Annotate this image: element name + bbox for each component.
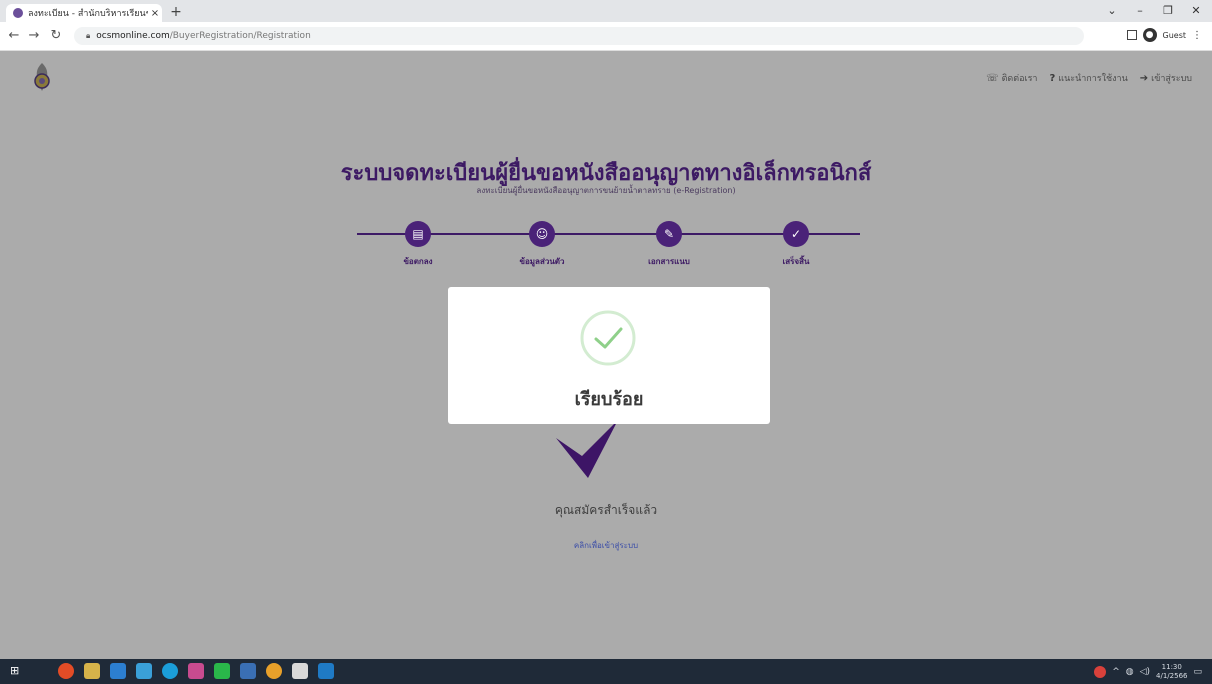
network-icon[interactable]: ◍ [1126,667,1134,677]
step-personal-info: ☺ ข้อมูลส่วนตัว [482,221,602,268]
chrome-profile-icon[interactable] [266,663,282,679]
side-panel-icon[interactable] [1126,30,1137,40]
clock-time: 11:30 [1161,663,1182,671]
document-icon: ▤ [405,221,431,247]
help-link[interactable]: ? แนะนำการใช้งาน [1049,71,1127,85]
success-message: คุณสมัครสำเร็จแล้ว [554,503,658,517]
success-check-icon [580,310,636,366]
address-bar[interactable]: 🔒︎ ocsmonline.com /BuyerRegistration/Reg… [74,27,1084,45]
step-label: เอกสารแนบ [648,257,690,266]
login-header-link[interactable]: ➔ เข้าสู่ระบบ [1140,71,1192,85]
chrome-app-icon[interactable] [58,663,74,679]
line-app-icon[interactable] [214,663,230,679]
contact-label: ติดต่อเรา [1001,74,1038,84]
window-controls: ⌄ – ❐ ✕ [1100,2,1208,20]
guest-label[interactable]: Guest [1163,31,1187,40]
phone-icon: ☏ [986,72,999,84]
step-agreement: ▤ ข้อตกลง [358,221,478,268]
step-label: เสร็จสิ้น [782,257,810,266]
clock-date: 4/1/2566 [1156,672,1188,680]
tab-close-icon[interactable]: × [148,8,162,19]
page-subtitle: ลงทะเบียนผู้ยื่นขอหนังสืออนุญาตการขนย้าย… [476,186,736,195]
chevron-up-icon[interactable]: ^ [1112,667,1120,677]
profile-avatar-icon[interactable]: ● [1142,28,1157,42]
login-header-label: เข้าสู่ระบบ [1151,74,1192,84]
calendar-app-icon[interactable] [136,663,152,679]
step-label: ข้อมูลส่วนตัว [519,257,565,266]
taskbar: ⊞ ^ ◍ ◁) 11:30 4/1/2566 ▭ [0,659,1212,684]
header-links: ☏ ติดต่อเรา ? แนะนำการใช้งาน ➔ เข้าสู่ระ… [986,71,1192,85]
success-modal: เรียบร้อย [448,287,770,424]
lock-icon: 🔒︎ [86,31,91,40]
mail-app-icon[interactable] [110,663,126,679]
login-link[interactable]: คลิกเพื่อเข้าสู่ระบบ [0,539,1212,552]
antivirus-icon[interactable] [1094,666,1107,678]
check-icon: ✓ [783,221,809,247]
site-favicon-icon [13,8,23,18]
pen-app-icon[interactable] [292,663,308,679]
browser-tab[interactable]: ลงทะเบียน - สำนักบริหารเรียนขอหนังสือ × [6,4,162,22]
tab-search-icon[interactable]: ⌄ [1100,2,1124,20]
browser-toolbar: ← → ↻ 🔒︎ ocsmonline.com /BuyerRegistrati… [0,22,1212,51]
attachment-icon: ✎ [656,221,682,247]
step-attachments: ✎ เอกสารแนบ [609,221,729,268]
close-window-button[interactable]: ✕ [1184,2,1208,20]
notification-icon[interactable]: ▭ [1193,667,1202,677]
volume-icon[interactable]: ◁) [1140,667,1150,677]
url-path: /BuyerRegistration/Registration [169,31,311,41]
step-label: ข้อตกลง [403,257,433,266]
minimize-button[interactable]: – [1128,2,1152,20]
step-complete: ✓ เสร็จสิ้น [736,221,856,268]
new-tab-button[interactable]: + [167,3,185,21]
browser-tab-strip: ลงทะเบียน - สำนักบริหารเรียนขอหนังสือ × … [0,0,1212,22]
clock[interactable]: 11:30 4/1/2566 [1156,663,1187,681]
reload-icon[interactable]: ↻ [48,27,64,45]
edge-app-icon[interactable] [162,663,178,679]
contact-link[interactable]: ☏ ติดต่อเรา [986,71,1037,85]
photos-app-icon[interactable] [318,663,334,679]
menu-kebab-icon[interactable]: ⋮ [1192,30,1202,41]
site-logo-icon [34,63,50,91]
help-label: แนะนำการใช้งาน [1058,74,1128,84]
back-icon[interactable]: ← [6,27,22,45]
url-host: ocsmonline.com [96,31,170,41]
toolbar-right: ● Guest ⋮ [1126,28,1202,42]
system-tray: ^ ◍ ◁) 11:30 4/1/2566 ▭ [1094,663,1202,681]
maximize-button[interactable]: ❐ [1156,2,1180,20]
outlook-app-icon[interactable] [240,663,256,679]
windows-start-icon[interactable]: ⊞ [10,663,26,679]
modal-message: เรียบร้อย [574,389,644,410]
user-icon: ☺ [529,221,555,247]
help-icon: ? [1049,72,1056,84]
big-checkmark-icon [556,420,618,478]
file-explorer-icon[interactable] [84,663,100,679]
forward-icon[interactable]: → [26,27,42,45]
music-app-icon[interactable] [188,663,204,679]
tab-title: ลงทะเบียน - สำนักบริหารเรียนขอหนังสือ [28,9,148,19]
login-icon: ➔ [1139,72,1149,84]
